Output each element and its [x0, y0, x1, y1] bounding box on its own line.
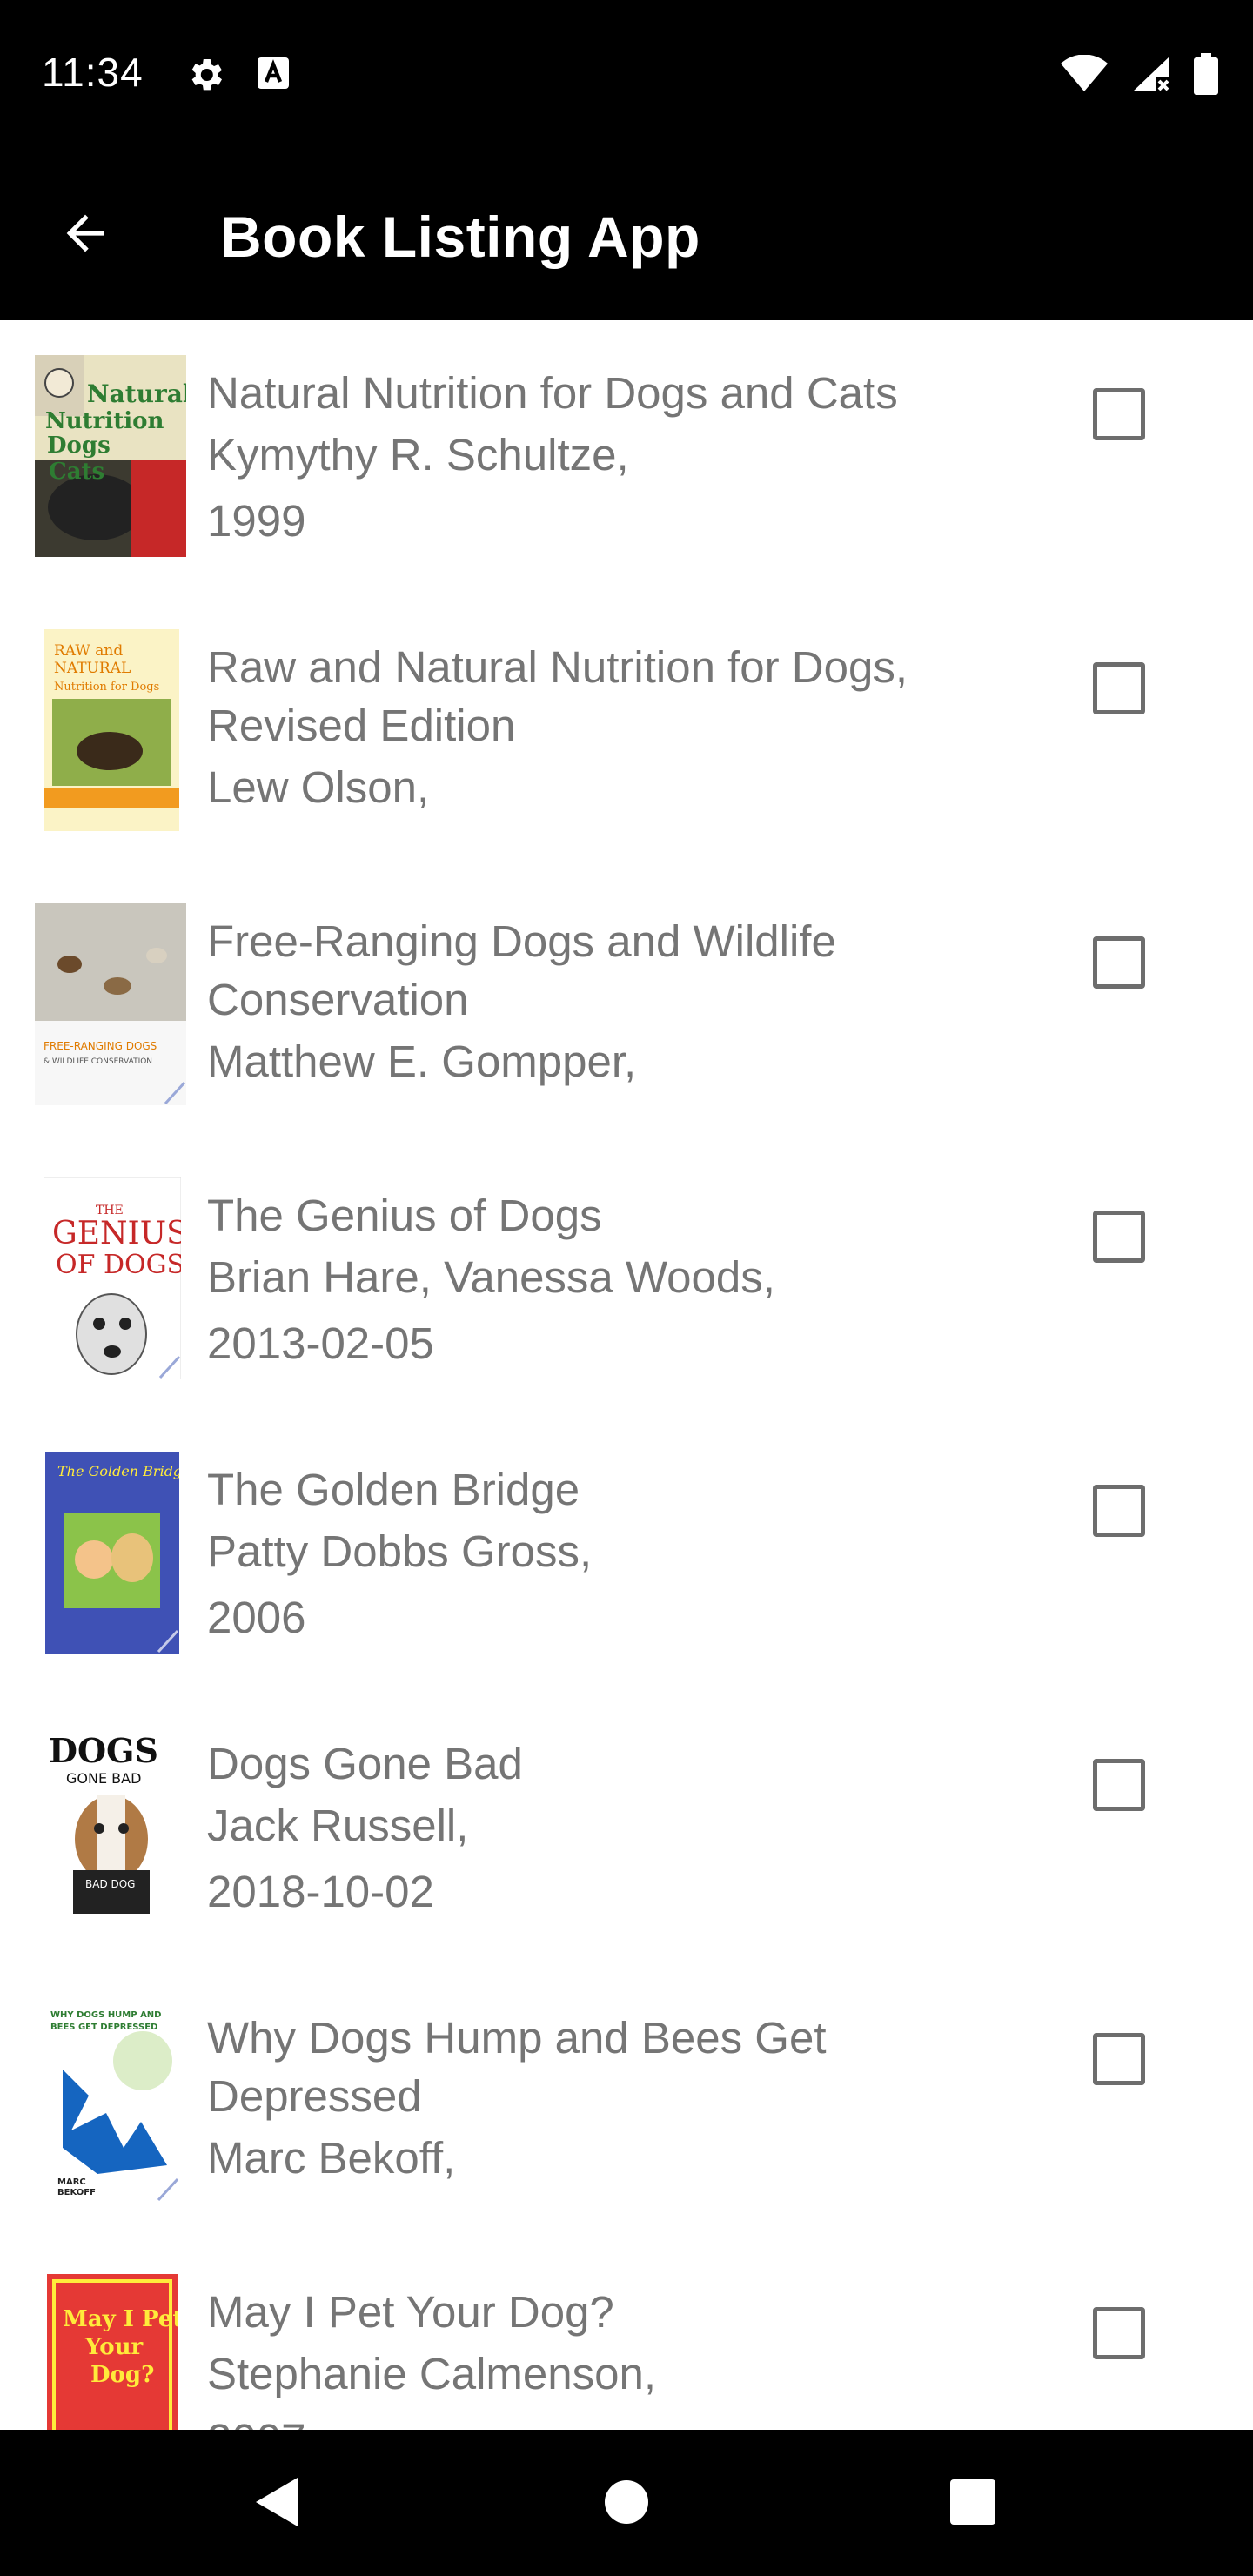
book-date: 2013-02-05 [207, 1318, 434, 1368]
a-notification-icon [254, 54, 292, 97]
status-bar: 11:34 [0, 0, 1253, 148]
book-list[interactable]: Natural Nutrition Dogs Cats Natural Nutr… [0, 320, 1253, 2430]
book-author: Jack Russell, [207, 1801, 469, 1850]
app-bar: Book Listing App [0, 148, 1253, 320]
cover-text: Nutrition for Dogs [54, 681, 159, 694]
cover-text: Dog? [90, 2362, 154, 2388]
book-date: 1999 [207, 496, 306, 546]
cover-text: BEKOFF [57, 2188, 96, 2197]
book-info: The Golden Bridge Patty Dobbs Gross, 200… [207, 1460, 1008, 1651]
list-item[interactable]: Natural Nutrition Dogs Cats Natural Nutr… [0, 320, 1253, 594]
book-date: 2006 [207, 1593, 306, 1642]
list-item[interactable]: THE GENIUS OF DOGS The Genius of Dogs Br… [0, 1143, 1253, 1417]
back-triangle-icon [252, 2474, 301, 2534]
cover-text: WHY DOGS HUMP AND [50, 2010, 161, 2020]
list-item[interactable]: May I Pet Your Dog? May I Pet Your Dog? … [0, 2239, 1253, 2430]
cover-text: BAD DOG [85, 1878, 135, 1890]
cover-text: OF DOGS [56, 1250, 181, 1280]
book-info: Dogs Gone Bad Jack Russell, 2018-10-02 [207, 1734, 1008, 1925]
nav-recents-button[interactable] [934, 2465, 1012, 2543]
book-author: Brian Hare, Vanessa Woods, [207, 1252, 775, 1302]
cover-text: The Golden Bridge [57, 1463, 179, 1479]
book-author: Kymythy R. Schultze, [207, 430, 629, 480]
book-cover-image: The Golden Bridge [45, 1452, 179, 1654]
book-info: Raw and Natural Nutrition for Dogs, Revi… [207, 638, 1008, 821]
signal-icon [1131, 55, 1171, 97]
book-title: Raw and Natural Nutrition for Dogs, Revi… [207, 642, 908, 750]
book-date: 2007 [207, 2407, 1008, 2430]
cover-text: & WILDLIFE CONSERVATION [44, 1057, 152, 1066]
nav-back-button[interactable] [238, 2465, 316, 2543]
cover-text: Natural [87, 379, 186, 408]
book-checkbox[interactable] [1093, 388, 1145, 440]
list-item[interactable]: RAW and NATURAL Nutrition for Dogs Raw a… [0, 594, 1253, 869]
book-date: 2018-10-02 [207, 1867, 434, 1916]
cover-text: Cats [49, 459, 104, 485]
book-checkbox[interactable] [1093, 1759, 1145, 1811]
book-info: Why Dogs Hump and Bees Get Depressed Mar… [207, 2009, 1008, 2191]
book-title: Why Dogs Hump and Bees Get Depressed [207, 2013, 827, 2121]
book-author: Marc Bekoff, [207, 2133, 456, 2183]
book-cover-image: RAW and NATURAL Nutrition for Dogs [44, 629, 179, 831]
list-item[interactable]: DOGS GONE BAD BAD DOG Dogs Gone Bad Jack… [0, 1691, 1253, 1965]
wifi-icon [1060, 54, 1109, 97]
book-title: Dogs Gone Bad [207, 1739, 523, 1788]
app-title: Book Listing App [220, 205, 700, 269]
book-title: The Golden Bridge [207, 1465, 580, 1514]
book-checkbox[interactable] [1093, 2307, 1145, 2359]
cover-text: Nutrition [45, 408, 164, 434]
cover-text: May I Pet [63, 2306, 178, 2332]
book-cover-image: May I Pet Your Dog? [47, 2274, 178, 2430]
cover-text: FREE-RANGING DOGS [44, 1040, 157, 1052]
book-title: May I Pet Your Dog? [207, 2287, 614, 2337]
book-cover-image: Natural Nutrition Dogs Cats [35, 355, 186, 557]
cover-text: DOGS [49, 1731, 158, 1770]
book-cover-image: DOGS GONE BAD BAD DOG [35, 1726, 188, 1928]
cover-text: RAW and [54, 642, 123, 660]
home-circle-icon [604, 2479, 649, 2529]
book-checkbox[interactable] [1093, 1485, 1145, 1537]
cover-text: NATURAL [54, 660, 131, 677]
book-title: Natural Nutrition for Dogs and Cats [207, 368, 898, 418]
book-checkbox[interactable] [1093, 2033, 1145, 2085]
book-info: May I Pet Your Dog? Stephanie Calmenson,… [207, 2283, 1008, 2430]
book-author: Stephanie Calmenson, [207, 2349, 657, 2398]
cover-text: Your [84, 2334, 144, 2360]
book-info: The Genius of Dogs Brian Hare, Vanessa W… [207, 1186, 1008, 1377]
back-button[interactable] [42, 191, 129, 278]
status-time: 11:34 [42, 50, 144, 95]
list-item[interactable]: WHY DOGS HUMP AND BEES GET DEPRESSED MAR… [0, 1965, 1253, 2239]
book-cover-image: THE GENIUS OF DOGS [44, 1177, 181, 1379]
cover-text: GENIUS [52, 1216, 181, 1251]
cover-text: Dogs [47, 433, 111, 459]
book-checkbox[interactable] [1093, 936, 1145, 989]
navigation-bar [0, 2430, 1253, 2576]
cover-text: GONE BAD [66, 1770, 141, 1787]
book-author: Patty Dobbs Gross, [207, 1526, 593, 1576]
book-cover-image: WHY DOGS HUMP AND BEES GET DEPRESSED MAR… [45, 2000, 179, 2202]
battery-icon [1194, 52, 1218, 99]
book-title: Free-Ranging Dogs and Wildlife Conservat… [207, 916, 836, 1024]
arrow-back-icon [57, 205, 113, 265]
book-checkbox[interactable] [1093, 1211, 1145, 1263]
book-author: Matthew E. Gompper, [207, 1036, 637, 1086]
cover-text: BEES GET DEPRESSED [50, 2023, 157, 2032]
book-title: The Genius of Dogs [207, 1191, 602, 1240]
list-item[interactable]: FREE-RANGING DOGS & WILDLIFE CONSERVATIO… [0, 869, 1253, 1143]
nav-home-button[interactable] [587, 2465, 666, 2543]
recents-square-icon [949, 2479, 996, 2530]
list-item[interactable]: The Golden Bridge The Golden Bridge Patt… [0, 1417, 1253, 1691]
book-checkbox[interactable] [1093, 662, 1145, 714]
cover-text: MARC [57, 2177, 86, 2187]
book-author: Lew Olson, [207, 762, 430, 812]
settings-gear-icon [184, 54, 226, 100]
book-info: Natural Nutrition for Dogs and Cats Kymy… [207, 364, 1008, 554]
book-info: Free-Ranging Dogs and Wildlife Conservat… [207, 912, 1008, 1095]
book-cover-image: FREE-RANGING DOGS & WILDLIFE CONSERVATIO… [35, 903, 186, 1105]
